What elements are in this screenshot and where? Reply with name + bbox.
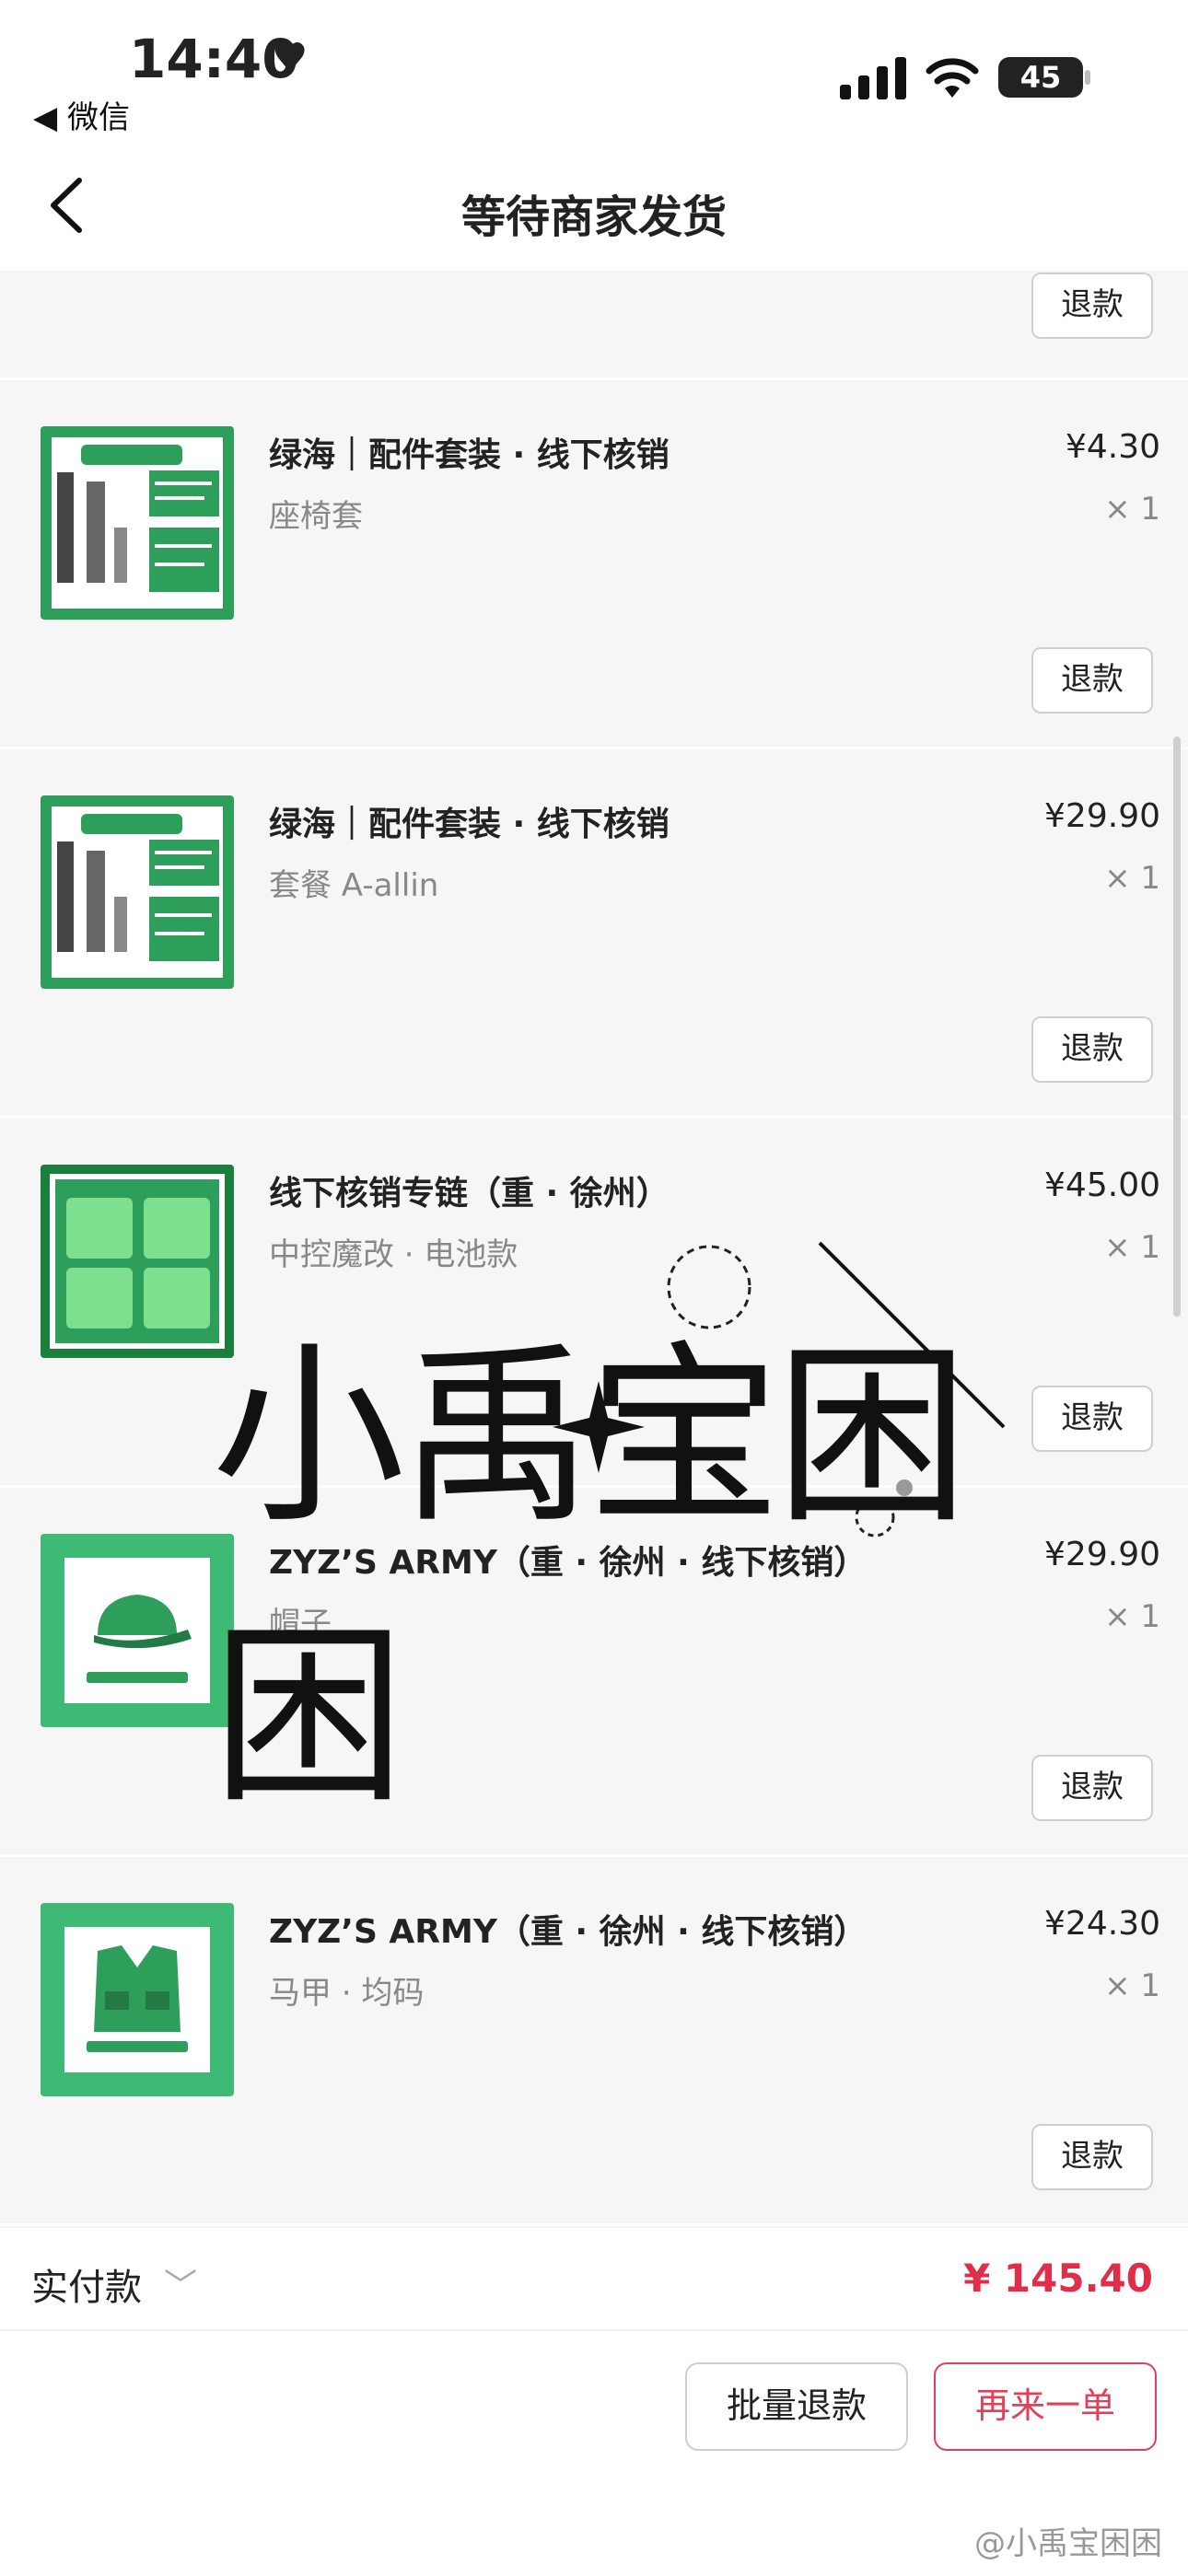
wifi-icon [926, 58, 979, 98]
battery-cap [1085, 70, 1090, 85]
status-bar: 14:40 ♥ ◀ 微信 45 [0, 0, 1188, 147]
battery-indicator: 45 [998, 57, 1083, 98]
back-to-app-link[interactable]: ◀ 微信 [33, 92, 130, 137]
total-amount: ¥ 145.40 [963, 2256, 1153, 2301]
product-price: ¥4.30 [1065, 428, 1160, 466]
scrollbar[interactable] [1173, 737, 1181, 1317]
product-quantity: × 1 [1104, 491, 1160, 528]
payment-summary[interactable]: 实付款 ﹀ ¥ 145.40 [0, 2228, 1188, 2329]
product-name: 绿海｜配件套装 · 线下核销 [269, 436, 670, 474]
refund-button[interactable]: 退款 [1031, 647, 1153, 714]
product-price: ¥24.30 [1044, 1905, 1160, 1943]
cellular-signal-icon [840, 57, 906, 99]
list-item[interactable]: 绿海｜配件套装 · 线下核销 座椅套 ¥4.30 × 1 退款 [0, 380, 1188, 749]
chevron-down-icon[interactable]: ﹀ [164, 2259, 197, 2307]
product-thumbnail [41, 1165, 234, 1358]
product-name: ZYZ’S ARMY（重 · 徐州 · 线下核销） [269, 1544, 868, 1582]
product-spec: 中控魔改 · 电池款 [269, 1236, 518, 1273]
list-item[interactable]: ZYZ’S ARMY（重 · 徐州 · 线下核销） 马甲 · 均码 ¥24.30… [0, 1857, 1188, 2226]
refund-button[interactable]: 退款 [1031, 1016, 1153, 1083]
product-name: 线下核销专链（重 · 徐州） [269, 1175, 670, 1213]
product-quantity: × 1 [1104, 1967, 1160, 2004]
product-spec: 帽子 [269, 1606, 332, 1642]
product-thumbnail [41, 426, 234, 620]
product-price: ¥29.90 [1044, 797, 1160, 835]
product-name: 绿海｜配件套装 · 线下核销 [269, 806, 670, 843]
refund-button[interactable]: 退款 [1031, 1755, 1153, 1821]
product-thumbnail [41, 1534, 234, 1727]
order-item-list: 退款 绿海｜配件套装 · 线下核销 座椅套 ¥4.30 × 1 退款 绿海｜配件… [0, 271, 1188, 2226]
product-spec: 套餐 A-allin [269, 867, 439, 904]
batch-refund-button[interactable]: 批量退款 [685, 2362, 908, 2451]
heart-icon: ♥ [272, 35, 309, 82]
refund-button[interactable]: 退款 [1031, 2124, 1153, 2190]
total-label: 实付款 [31, 2267, 142, 2309]
bottom-action-bar: 批量退款 再来一单 @小禹宝困困 [0, 2329, 1188, 2576]
product-quantity: × 1 [1104, 860, 1160, 897]
product-thumbnail [41, 795, 234, 989]
refund-button[interactable]: 退款 [1031, 273, 1153, 339]
product-quantity: × 1 [1104, 1598, 1160, 1635]
list-item[interactable]: ZYZ’S ARMY（重 · 徐州 · 线下核销） 帽子 ¥29.90 × 1 … [0, 1488, 1188, 1857]
reorder-button[interactable]: 再来一单 [934, 2362, 1157, 2451]
product-spec: 马甲 · 均码 [269, 1975, 425, 2012]
product-spec: 座椅套 [269, 498, 363, 535]
product-name: ZYZ’S ARMY（重 · 徐州 · 线下核销） [269, 1913, 868, 1951]
refund-button[interactable]: 退款 [1031, 1386, 1153, 1452]
page-title: 等待商家发货 [460, 191, 727, 243]
product-price: ¥29.90 [1044, 1536, 1160, 1573]
list-item[interactable]: 绿海｜配件套装 · 线下核销 套餐 A-allin ¥29.90 × 1 退款 [0, 749, 1188, 1119]
product-thumbnail [41, 1903, 234, 2096]
nav-bar: 等待商家发货 [0, 147, 1188, 271]
list-item-partial: 退款 [0, 271, 1188, 380]
product-quantity: × 1 [1104, 1229, 1160, 1266]
list-item[interactable]: 线下核销专链（重 · 徐州） 中控魔改 · 电池款 ¥45.00 × 1 退款 [0, 1119, 1188, 1488]
product-price: ¥45.00 [1044, 1166, 1160, 1204]
weibo-watermark: @小禹宝困困 [974, 2525, 1162, 2562]
